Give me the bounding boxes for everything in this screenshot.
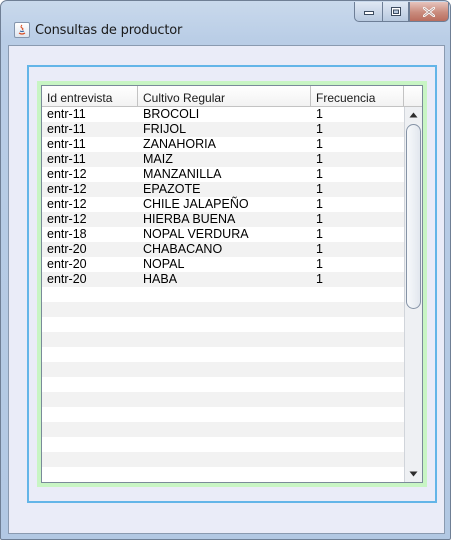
scrollbar-thumb[interactable] bbox=[406, 124, 421, 309]
cell-id-entrevista: entr-11 bbox=[47, 107, 86, 121]
cell-cultivo-regular: CHILE JALAPEÑO bbox=[143, 197, 249, 211]
cell-cultivo-regular: EPAZOTE bbox=[143, 182, 201, 196]
cell-id-entrevista: entr-12 bbox=[47, 182, 87, 196]
table-row[interactable]: entr-12 MANZANILLA 1 bbox=[42, 167, 404, 182]
table-row[interactable]: entr-20 CHABACANO 1 bbox=[42, 242, 404, 257]
cell-frecuencia: 1 bbox=[316, 122, 323, 136]
empty-table-row bbox=[42, 362, 404, 377]
empty-table-row bbox=[42, 347, 404, 362]
minimize-button[interactable] bbox=[354, 2, 382, 22]
scroll-up-button[interactable] bbox=[405, 107, 422, 123]
table-row[interactable]: entr-18 NOPAL VERDURA 1 bbox=[42, 227, 404, 242]
cell-id-entrevista: entr-20 bbox=[47, 272, 87, 286]
table-row[interactable]: entr-12 EPAZOTE 1 bbox=[42, 182, 404, 197]
cell-cultivo-regular: NOPAL VERDURA bbox=[143, 227, 249, 241]
vertical-scrollbar[interactable] bbox=[404, 107, 422, 482]
arrow-down-icon bbox=[409, 471, 418, 477]
cell-cultivo-regular: MANZANILLA bbox=[143, 167, 222, 181]
table-row[interactable]: entr-20 HABA 1 bbox=[42, 272, 404, 287]
scroll-down-button[interactable] bbox=[405, 466, 422, 482]
table-row[interactable]: entr-11 BROCOLI 1 bbox=[42, 107, 404, 122]
application-window: Consultas de productor Id entrevista Cul… bbox=[0, 0, 451, 540]
table-row[interactable]: entr-11 MAIZ 1 bbox=[42, 152, 404, 167]
column-header-id-entrevista[interactable]: Id entrevista bbox=[42, 86, 138, 107]
cell-frecuencia: 1 bbox=[316, 257, 323, 271]
table-body: entr-11 BROCOLI 1 entr-11 FRIJOL 1 entr-11 ZANA… bbox=[42, 107, 404, 482]
cell-id-entrevista: entr-12 bbox=[47, 212, 87, 226]
window-title: Consultas de productor bbox=[35, 23, 183, 38]
cell-id-entrevista: entr-11 bbox=[47, 152, 86, 166]
cell-id-entrevista: entr-12 bbox=[47, 197, 87, 211]
cell-id-entrevista: entr-18 bbox=[47, 227, 87, 241]
close-icon bbox=[423, 6, 435, 17]
title-bar[interactable]: Consultas de productor bbox=[1, 1, 450, 45]
maximize-icon bbox=[390, 7, 401, 16]
table-row[interactable]: entr-11 ZANAHORIA 1 bbox=[42, 137, 404, 152]
table-row[interactable]: entr-12 CHILE JALAPEÑO 1 bbox=[42, 197, 404, 212]
empty-table-row bbox=[42, 302, 404, 317]
cell-cultivo-regular: MAIZ bbox=[143, 152, 173, 166]
empty-table-row bbox=[42, 317, 404, 332]
empty-table-row bbox=[42, 332, 404, 347]
empty-table-row bbox=[42, 407, 404, 422]
cell-cultivo-regular: HIERBA BUENA bbox=[143, 212, 236, 226]
cell-frecuencia: 1 bbox=[316, 227, 323, 241]
cell-frecuencia: 1 bbox=[316, 272, 323, 286]
cell-id-entrevista: entr-11 bbox=[47, 137, 86, 151]
window-content: Id entrevista Cultivo Regular Frecuencia… bbox=[8, 45, 445, 534]
maximize-button[interactable] bbox=[382, 2, 409, 22]
table-row[interactable]: entr-20 NOPAL 1 bbox=[42, 257, 404, 272]
cell-cultivo-regular: FRIJOL bbox=[143, 122, 187, 136]
cell-frecuencia: 1 bbox=[316, 182, 323, 196]
results-panel: Id entrevista Cultivo Regular Frecuencia… bbox=[37, 81, 427, 487]
close-button[interactable] bbox=[409, 2, 449, 22]
empty-table-row bbox=[42, 377, 404, 392]
results-table[interactable]: Id entrevista Cultivo Regular Frecuencia… bbox=[41, 85, 423, 483]
header-corner bbox=[404, 86, 422, 107]
cell-frecuencia: 1 bbox=[316, 167, 323, 181]
cell-frecuencia: 1 bbox=[316, 197, 323, 211]
panel-frame: Id entrevista Cultivo Regular Frecuencia… bbox=[27, 65, 437, 503]
column-header-frecuencia[interactable]: Frecuencia bbox=[311, 86, 404, 107]
column-header-cultivo-regular[interactable]: Cultivo Regular bbox=[138, 86, 311, 107]
empty-table-row bbox=[42, 437, 404, 452]
cell-frecuencia: 1 bbox=[316, 107, 323, 121]
cell-frecuencia: 1 bbox=[316, 152, 323, 166]
cell-frecuencia: 1 bbox=[316, 137, 323, 151]
empty-table-row bbox=[42, 467, 404, 482]
cell-cultivo-regular: HABA bbox=[143, 272, 178, 286]
cell-id-entrevista: entr-20 bbox=[47, 257, 87, 271]
cell-cultivo-regular: NOPAL bbox=[143, 257, 185, 271]
empty-table-row bbox=[42, 422, 404, 437]
cell-id-entrevista: entr-12 bbox=[47, 167, 87, 181]
cell-frecuencia: 1 bbox=[316, 212, 323, 226]
table-row[interactable]: entr-12 HIERBA BUENA 1 bbox=[42, 212, 404, 227]
cell-cultivo-regular: CHABACANO bbox=[143, 242, 223, 256]
cell-id-entrevista: entr-11 bbox=[47, 122, 86, 136]
arrow-up-icon bbox=[409, 112, 418, 118]
cell-cultivo-regular: BROCOLI bbox=[143, 107, 200, 121]
table-row[interactable]: entr-11 FRIJOL 1 bbox=[42, 122, 404, 137]
cell-frecuencia: 1 bbox=[316, 242, 323, 256]
cell-id-entrevista: entr-20 bbox=[47, 242, 87, 256]
java-icon[interactable] bbox=[14, 22, 30, 38]
minimize-icon bbox=[363, 10, 374, 15]
cell-cultivo-regular: ZANAHORIA bbox=[143, 137, 216, 151]
empty-table-row bbox=[42, 287, 404, 302]
table-header: Id entrevista Cultivo Regular Frecuencia bbox=[42, 86, 422, 107]
empty-table-row bbox=[42, 452, 404, 467]
empty-table-row bbox=[42, 392, 404, 407]
